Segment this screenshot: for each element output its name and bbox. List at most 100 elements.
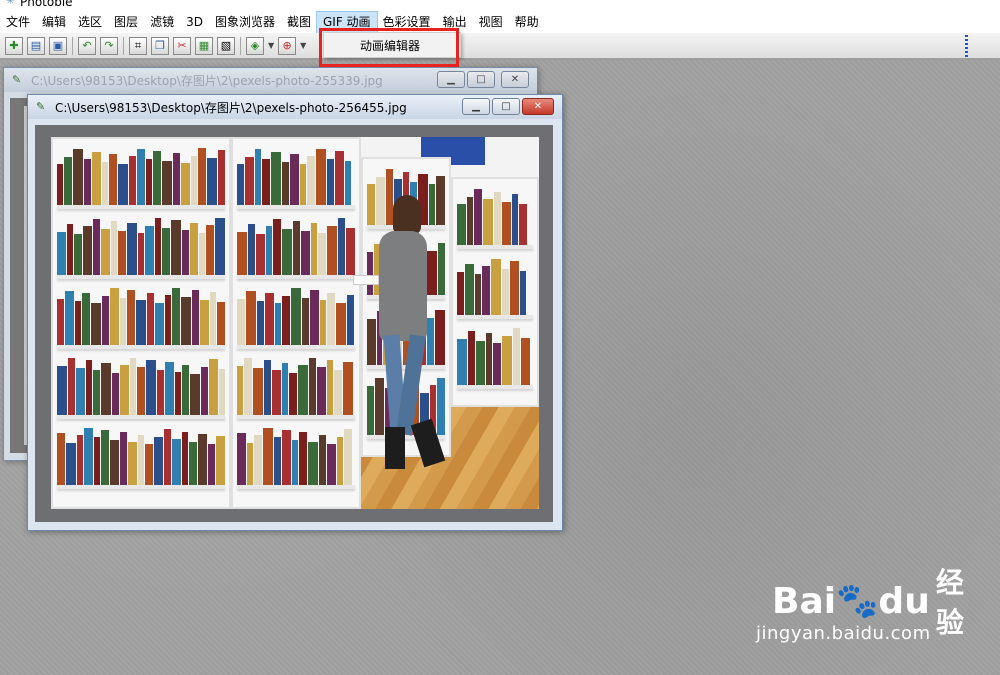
menu-view[interactable]: 视图 <box>473 12 509 33</box>
book <box>72 149 83 205</box>
book-row <box>457 257 533 315</box>
book <box>108 153 117 205</box>
book <box>82 293 90 345</box>
book <box>513 328 520 385</box>
book <box>128 442 138 485</box>
book-row <box>57 357 225 415</box>
book <box>327 359 333 415</box>
document-window-front[interactable]: ✎ C:\Users\98153\Desktop\存图片\2\pexels-ph… <box>27 94 563 531</box>
book <box>145 225 155 275</box>
paste-icon[interactable]: ▦ <box>195 36 213 55</box>
open-icon[interactable]: ▤ <box>27 36 45 55</box>
book <box>165 295 171 345</box>
book <box>338 218 345 275</box>
menu-layer[interactable]: 图层 <box>108 12 144 33</box>
window-titlebar[interactable]: ✎ C:\Users\98153\Desktop\存图片\2\pexels-ph… <box>4 68 537 92</box>
redo-icon[interactable]: ↷ <box>100 36 118 55</box>
book <box>207 158 218 205</box>
book <box>474 189 482 245</box>
book <box>237 298 245 345</box>
menu-file[interactable]: 文件 <box>0 12 36 33</box>
person-book <box>353 275 379 285</box>
book <box>327 225 337 275</box>
book <box>282 295 290 345</box>
bookshelf <box>231 137 361 509</box>
feather-icon: ✎ <box>12 73 22 86</box>
book <box>311 223 317 275</box>
book <box>273 218 281 275</box>
book <box>244 358 252 415</box>
effect-icon[interactable]: ◈ <box>246 36 264 55</box>
book <box>482 266 490 315</box>
book <box>91 303 101 345</box>
save-icon[interactable]: ▣ <box>49 36 67 55</box>
book <box>502 268 509 315</box>
menu-image-browser[interactable]: 图象浏览器 <box>209 12 281 33</box>
book <box>172 439 182 485</box>
book <box>120 365 130 415</box>
new-icon[interactable]: ✚ <box>5 36 23 55</box>
book <box>521 338 530 385</box>
minimize-button[interactable]: ▁ <box>462 98 490 115</box>
book <box>127 290 135 345</box>
undo-icon[interactable]: ↶ <box>78 36 96 55</box>
book <box>334 369 342 415</box>
maximize-button[interactable]: □ <box>467 71 495 88</box>
book <box>300 163 306 205</box>
book <box>247 442 253 485</box>
book <box>282 228 292 275</box>
book-row <box>237 427 355 485</box>
book <box>493 343 501 385</box>
book <box>237 432 246 485</box>
toolbar-grip[interactable] <box>965 35 968 57</box>
book <box>246 291 256 345</box>
menu-selection[interactable]: 选区 <box>72 12 108 33</box>
menu-help[interactable]: 帮助 <box>509 12 545 33</box>
zoom-icon[interactable]: ⊕ <box>278 36 297 55</box>
bookshelf <box>51 137 231 509</box>
book <box>257 300 264 345</box>
shelf-board <box>457 245 533 249</box>
close-button[interactable]: ✕ <box>501 71 529 88</box>
book <box>153 436 164 485</box>
book <box>512 193 518 245</box>
book <box>299 432 307 485</box>
menu-screenshot[interactable]: 截图 <box>281 12 317 33</box>
book <box>292 439 298 485</box>
book <box>327 292 335 345</box>
book <box>85 360 92 415</box>
bookshelf <box>451 177 539 407</box>
book <box>100 429 109 485</box>
book <box>153 151 162 205</box>
book <box>137 367 145 415</box>
clipboard-icon[interactable]: ▧ <box>217 36 235 55</box>
menu-edit[interactable]: 编辑 <box>36 12 72 33</box>
window-titlebar[interactable]: ✎ C:\Users\98153\Desktop\存图片\2\pexels-ph… <box>28 95 562 119</box>
book <box>510 261 519 315</box>
zoom-dropdown-icon[interactable]: ▼ <box>300 41 306 50</box>
effect-dropdown-icon[interactable]: ▼ <box>268 41 274 50</box>
minimize-button[interactable]: ▁ <box>437 71 465 88</box>
book <box>302 298 309 345</box>
library-photo <box>51 137 539 509</box>
maximize-button[interactable]: □ <box>492 98 520 115</box>
shelf-board <box>57 415 225 419</box>
close-button[interactable]: ✕ <box>522 98 554 115</box>
book <box>457 271 464 315</box>
copy-icon[interactable]: ❐ <box>151 36 169 55</box>
book <box>147 292 154 345</box>
crop-icon[interactable]: ⌗ <box>129 36 147 55</box>
book <box>101 161 108 205</box>
book <box>84 427 94 485</box>
book <box>117 163 128 205</box>
shelf-board <box>237 205 355 209</box>
window-controls: ▁ □ ✕ <box>435 71 529 88</box>
menu-filter[interactable]: 滤镜 <box>144 12 180 33</box>
menu-3d[interactable]: 3D <box>180 12 209 33</box>
book <box>174 372 181 415</box>
book <box>309 357 316 415</box>
book <box>111 221 117 275</box>
book <box>63 156 72 205</box>
cut-icon[interactable]: ✂ <box>173 36 191 55</box>
book <box>317 367 326 415</box>
